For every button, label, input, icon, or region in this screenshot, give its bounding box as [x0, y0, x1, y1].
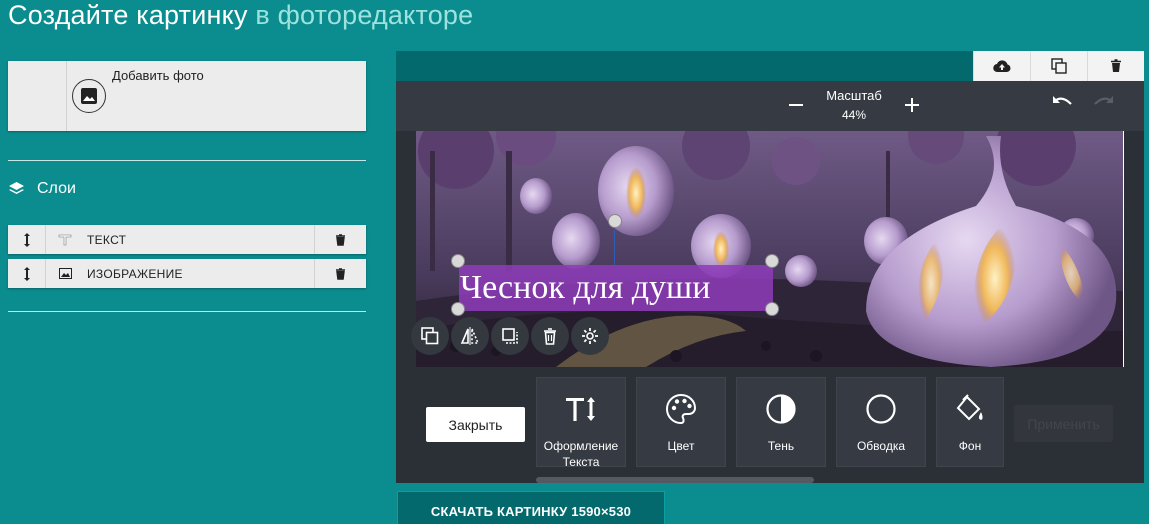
flip-button[interactable]	[451, 317, 489, 355]
duplicate-button[interactable]	[1030, 51, 1087, 81]
canvas-edge	[1123, 131, 1124, 367]
rotate-handle[interactable]	[608, 214, 622, 228]
layers-title: Слои	[37, 180, 76, 197]
text-layer[interactable]: Чеснок для души	[459, 265, 773, 311]
zoom-value: 44%	[841, 108, 867, 122]
canvas-text[interactable]: Чеснок для души	[459, 265, 773, 311]
delete-button[interactable]	[1087, 51, 1144, 81]
tile-label: Обводка	[856, 439, 906, 453]
palette-icon	[637, 392, 725, 426]
trash-icon	[544, 327, 556, 345]
tile-label: Тень	[767, 439, 795, 453]
layer-name: ИЗОБРАЖЕНИЕ	[87, 267, 183, 281]
outline-icon	[837, 392, 925, 426]
add-photo-button[interactable]	[72, 79, 106, 113]
layers-heading: Слои	[8, 180, 76, 198]
delete-layer-button[interactable]	[531, 317, 569, 355]
text-format-tile[interactable]: Оформление Текста	[536, 377, 626, 469]
divider	[8, 160, 366, 161]
drag-handle-icon[interactable]	[8, 259, 46, 288]
tools-scrollbar[interactable]	[536, 477, 814, 483]
settings-icon	[582, 328, 598, 344]
trash-icon	[336, 233, 345, 246]
add-photo-panel[interactable]: Добавить фото	[8, 61, 366, 131]
outline-tile[interactable]: Обводка	[836, 377, 926, 467]
image-icon	[81, 88, 97, 104]
text-layer-icon	[52, 225, 78, 254]
photo-editor: Масштаб 44% Чеснок для души Закрыть Офор…	[396, 51, 1144, 483]
flip-icon	[460, 327, 480, 345]
upload-button[interactable]	[973, 51, 1030, 81]
layers-icon	[9, 181, 24, 194]
layer-delete-button[interactable]	[314, 259, 366, 288]
duplicate-icon	[1051, 58, 1067, 74]
crop-icon	[502, 328, 518, 344]
rotate-line	[614, 229, 615, 265]
layer-settings-button[interactable]	[571, 317, 609, 355]
resize-handle-top-left[interactable]	[451, 254, 465, 268]
layer-row-text[interactable]: ТЕКСТ	[8, 225, 366, 254]
crop-button[interactable]	[491, 317, 529, 355]
page-title-main: Создайте картинку	[8, 0, 248, 30]
drag-handle-icon[interactable]	[8, 225, 46, 254]
add-photo-label: Добавить фото	[112, 68, 204, 83]
layer-delete-button[interactable]	[314, 225, 366, 254]
resize-handle-top-right[interactable]	[765, 254, 779, 268]
layer-row-image[interactable]: ИЗОБРАЖЕНИЕ	[8, 259, 366, 288]
fill-bucket-icon	[937, 392, 1003, 426]
zoom-in-button[interactable]	[900, 93, 924, 117]
image-layer-icon	[52, 259, 78, 288]
tile-label: Фон	[958, 439, 982, 453]
redo-button[interactable]	[1092, 95, 1114, 114]
divider	[8, 311, 366, 312]
duplicate-icon	[421, 327, 439, 345]
page-title-accent: в фоторедакторе	[255, 0, 474, 30]
plus-icon	[905, 98, 919, 112]
minus-icon	[789, 104, 803, 106]
redo-icon	[1094, 96, 1113, 105]
color-tile[interactable]: Цвет	[636, 377, 726, 467]
text-format-icon	[537, 392, 625, 426]
tile-label: Цвет	[667, 439, 695, 453]
resize-handle-bottom-right[interactable]	[765, 302, 779, 316]
shadow-icon	[737, 392, 825, 426]
close-button[interactable]: Закрыть	[426, 407, 525, 442]
zoom-out-button[interactable]	[784, 93, 808, 117]
zoom-label: Масштаб	[826, 88, 882, 103]
top-actions	[973, 51, 1144, 81]
page-title: Создайте картинку в фоторедакторе	[8, 0, 473, 31]
background-tile[interactable]: Фон	[936, 377, 1004, 467]
undo-icon	[1053, 96, 1072, 105]
download-button[interactable]: СКАЧАТЬ КАРТИНКУ 1590×530	[397, 491, 665, 524]
shadow-tile[interactable]: Тень	[736, 377, 826, 467]
editor-topbar	[396, 51, 1144, 81]
layer-name: ТЕКСТ	[87, 233, 127, 247]
photo-slot	[8, 61, 67, 131]
apply-button[interactable]: Применить	[1014, 405, 1113, 442]
undo-button[interactable]	[1052, 95, 1074, 114]
trash-icon	[1111, 59, 1121, 72]
resize-handle-bottom-left[interactable]	[451, 302, 465, 316]
canvas-area[interactable]: Чеснок для души	[396, 131, 1144, 367]
text-tools-bar: Закрыть Оформление Текста Цвет Тень Обво…	[396, 367, 1144, 483]
upload-cloud-icon	[993, 60, 1011, 73]
zoom-bar: Масштаб 44%	[396, 81, 1144, 131]
duplicate-layer-button[interactable]	[411, 317, 449, 355]
trash-icon	[336, 267, 345, 280]
tile-label: Оформление Текста	[543, 439, 619, 469]
